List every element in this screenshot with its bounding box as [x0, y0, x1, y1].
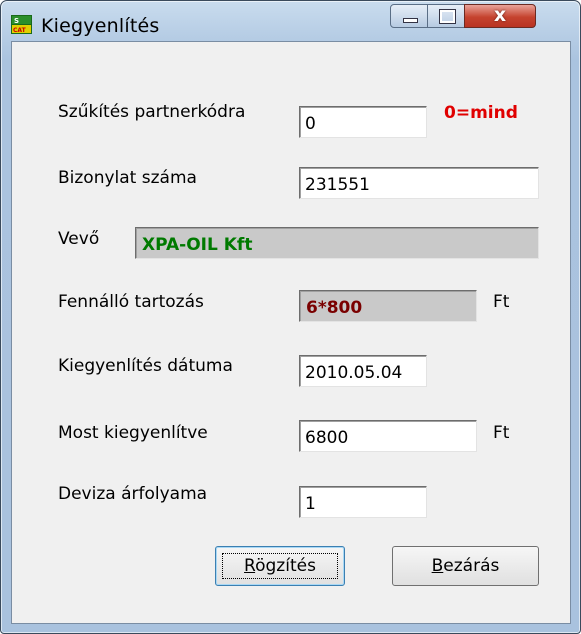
maximize-button[interactable] — [427, 4, 465, 28]
document-number-label: Bizonylat száma — [58, 168, 197, 188]
dialog-window: S CAT Kiegyenlítés x Szűkítés partnerkód… — [0, 0, 581, 634]
maximize-icon — [439, 9, 456, 24]
partner-code-label: Szűkítés partnerkódra — [58, 102, 246, 122]
title-bar[interactable]: S CAT Kiegyenlítés x — [1, 1, 580, 39]
partner-code-hint: 0=mind — [444, 103, 518, 123]
app-logo-icon: S CAT — [11, 15, 32, 34]
close-button[interactable]: x — [464, 4, 536, 28]
partner-code-input[interactable]: 0 — [299, 106, 427, 138]
settlement-date-input[interactable]: 2010.05.04 — [299, 355, 427, 387]
paid-now-label: Most kiegyenlítve — [58, 423, 208, 443]
save-button-label: Rögzítés — [244, 556, 316, 576]
outstanding-debt-field: 6*800 — [299, 290, 477, 322]
customer-field: XPA-OIL Kft — [135, 227, 539, 259]
save-button[interactable]: Rögzítés — [215, 546, 345, 586]
minimize-button[interactable] — [390, 4, 428, 28]
outstanding-debt-label: Fennálló tartozás — [58, 292, 204, 312]
exchange-rate-label: Deviza árfolyama — [58, 484, 208, 504]
paid-now-input[interactable]: 6800 — [299, 420, 477, 452]
close-dialog-button[interactable]: Bezárás — [392, 546, 539, 586]
paid-currency-label: Ft — [493, 423, 510, 443]
exchange-rate-input[interactable]: 1 — [299, 486, 427, 518]
close-icon: x — [493, 4, 507, 26]
dialog-body: Szűkítés partnerkódra 0 0=mind Bizonylat… — [11, 41, 571, 624]
customer-label: Vevő — [58, 229, 100, 249]
svg-text:S: S — [14, 17, 19, 25]
close-button-label: Bezárás — [431, 556, 500, 576]
settlement-date-label: Kiegyenlítés dátuma — [58, 356, 233, 376]
minimize-icon — [403, 18, 418, 23]
document-number-input[interactable]: 231551 — [299, 167, 539, 199]
debt-currency-label: Ft — [493, 292, 510, 312]
window-title: Kiegyenlítés — [41, 15, 160, 37]
svg-text:CAT: CAT — [13, 27, 27, 34]
